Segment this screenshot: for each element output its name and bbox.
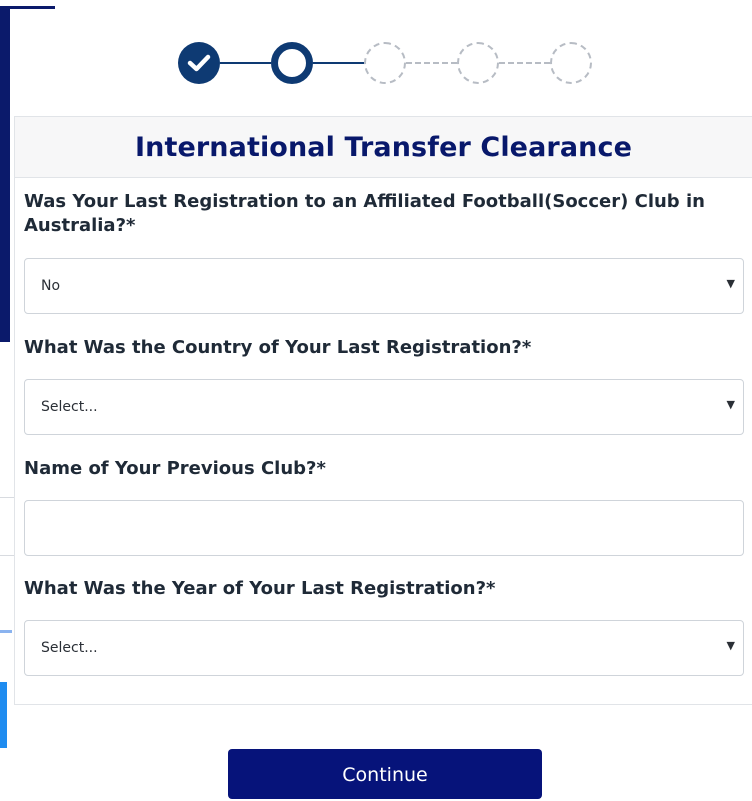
select-value: Select... (41, 399, 98, 415)
dropdown-caret-icon: ▼ (726, 277, 735, 290)
previous-club-input[interactable] (25, 501, 743, 555)
step-5-pending (550, 42, 592, 84)
dropdown-caret-icon: ▼ (726, 639, 735, 652)
year-label: What Was the Year of Your Last Registrat… (24, 578, 496, 599)
step-3-pending (364, 42, 406, 84)
step-4-pending (457, 42, 499, 84)
progress-stepper (178, 42, 593, 84)
step-connector (220, 62, 271, 64)
background-navy-line (0, 6, 55, 9)
step-connector (406, 62, 457, 64)
previous-club-field[interactable] (24, 500, 744, 556)
card-header: International Transfer Clearance (15, 117, 752, 178)
select-value: No (41, 278, 61, 294)
dropdown-caret-icon: ▼ (726, 398, 735, 411)
check-icon (187, 54, 211, 72)
year-select[interactable]: Select... ▼ (24, 620, 744, 676)
step-2-current (271, 42, 313, 84)
country-label: What Was the Country of Your Last Regist… (24, 337, 532, 358)
last-registration-australia-select[interactable]: No ▼ (24, 258, 744, 314)
background-divider (0, 497, 14, 498)
continue-button[interactable]: Continue (228, 749, 542, 799)
step-connector (313, 62, 364, 64)
previous-club-label: Name of Your Previous Club?* (24, 458, 326, 479)
background-accent-line (0, 630, 12, 633)
card-title: International Transfer Clearance (135, 131, 632, 163)
last-registration-australia-label: Was Your Last Registration to an Affilia… (24, 191, 705, 236)
background-divider (0, 555, 14, 556)
select-value: Select... (41, 640, 98, 656)
step-connector (499, 62, 550, 64)
step-1-completed (178, 42, 220, 84)
country-select[interactable]: Select... ▼ (24, 379, 744, 435)
background-navy-panel (0, 6, 10, 342)
background-accent-block (0, 682, 7, 748)
